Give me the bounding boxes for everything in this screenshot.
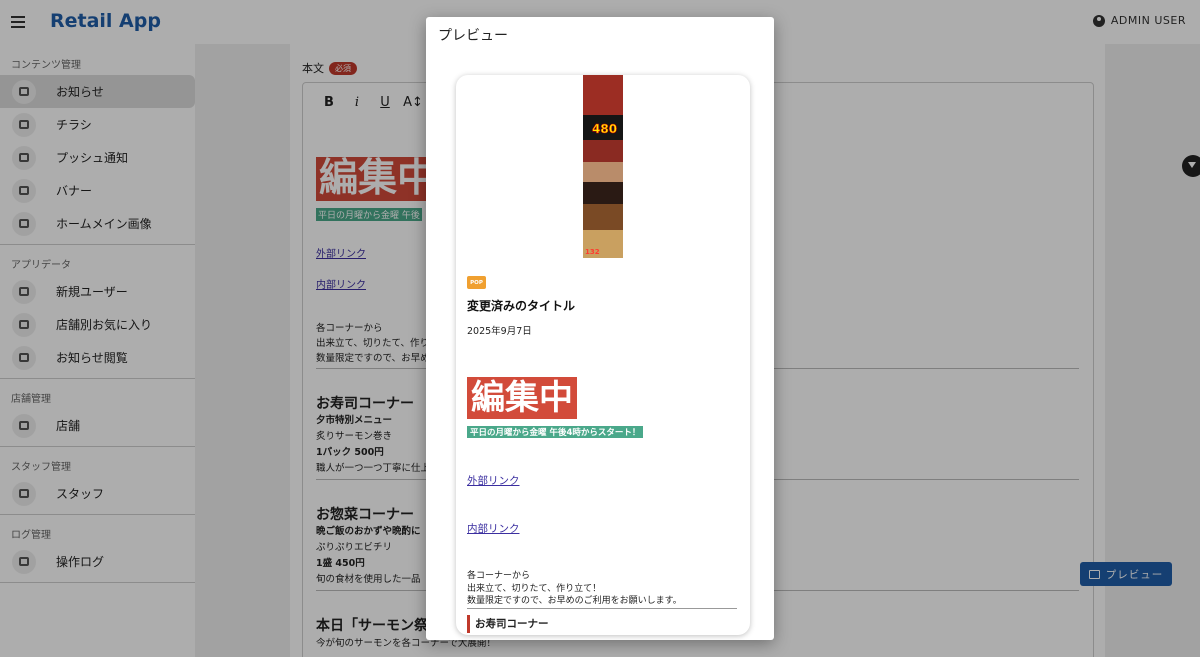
flyer-price: 132 xyxy=(585,248,600,256)
flyer-image: 480 132 xyxy=(583,75,623,258)
preview-paragraph: 各コーナーから 出来立て、切りたて、作り立て！ 数量限定ですので、お早めのご利用… xyxy=(467,570,682,608)
preview-title: 変更済みのタイトル xyxy=(467,299,576,313)
preview-internal-link[interactable]: 内部リンク xyxy=(467,521,520,536)
preview-date: 2025年9月7日 xyxy=(467,326,532,337)
preview-external-link[interactable]: 外部リンク xyxy=(467,473,520,488)
divider-line xyxy=(467,608,737,609)
flyer-segment xyxy=(583,182,623,204)
flyer-segment xyxy=(583,204,623,230)
preview-highlight-text: 平日の月曜から金曜 午後4時からスタート！ xyxy=(467,426,644,438)
flyer-segment xyxy=(583,162,623,182)
dialog-title: プレビュー xyxy=(438,28,508,44)
text-line: 出来立て、切りたて、作り立て！ xyxy=(467,583,602,594)
text-line: 数量限定ですので、お早めのご利用をお願いします。 xyxy=(467,596,682,606)
text-line: 各コーナーから xyxy=(467,571,531,581)
flyer-segment xyxy=(583,75,623,115)
preview-dialog: プレビュー 480 132 POP 変更済みのタイトル 2025年9月7日 編集… xyxy=(426,17,774,640)
preview-banner-text: 編集中 xyxy=(467,377,577,419)
pop-badge: POP xyxy=(467,276,486,289)
preview-section-heading: お寿司コーナー xyxy=(467,615,549,633)
flyer-segment xyxy=(583,140,623,162)
phone-preview: 480 132 POP 変更済みのタイトル 2025年9月7日 編集中 平日の月… xyxy=(456,75,750,635)
flyer-price: 480 xyxy=(592,122,618,137)
